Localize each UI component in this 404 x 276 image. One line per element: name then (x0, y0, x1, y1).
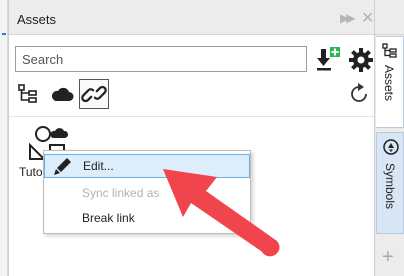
tab-symbols[interactable]: Symbols (376, 132, 404, 234)
refresh-icon[interactable] (347, 82, 371, 106)
asset-label: Tuto (19, 165, 43, 179)
tab-symbols-label: Symbols (383, 163, 397, 210)
tab-assets-label: Assets (382, 65, 396, 102)
assets-tab-icon (382, 43, 397, 58)
tab-assets[interactable]: Assets (376, 36, 404, 128)
link-icon[interactable] (79, 79, 109, 109)
close-icon[interactable]: ✕ (361, 8, 374, 28)
collapse-panel-icon[interactable]: ▶▶ (340, 11, 356, 25)
annotation-arrow (163, 169, 280, 257)
add-panel-icon[interactable]: + (382, 246, 394, 269)
tree-icon[interactable] (17, 83, 39, 105)
panel-title: Assets (17, 12, 57, 27)
panel-titlebar: Assets ▶▶ ✕ (9, 0, 375, 35)
toolbar-divider (9, 116, 375, 117)
assets-panel: Assets ▶▶ ✕ Search Tuto Edit... Sync lin… (8, 0, 375, 276)
menu-item-edit-label: Edit... (83, 159, 114, 173)
import-download-icon[interactable] (315, 46, 341, 72)
symbols-tab-icon (383, 139, 399, 155)
search-input[interactable] (15, 46, 307, 72)
left-edge-strip (0, 0, 8, 276)
menu-item-sync-label: Sync linked as (82, 186, 160, 200)
menu-item-break-label: Break link (82, 211, 135, 225)
cloud-icon[interactable] (50, 84, 74, 104)
pencil-icon (54, 158, 71, 175)
left-edge-accent (2, 33, 6, 35)
right-sidebar-header (375, 0, 404, 35)
right-sidebar: Assets Symbols + (374, 0, 404, 276)
gear-icon[interactable] (348, 47, 374, 73)
